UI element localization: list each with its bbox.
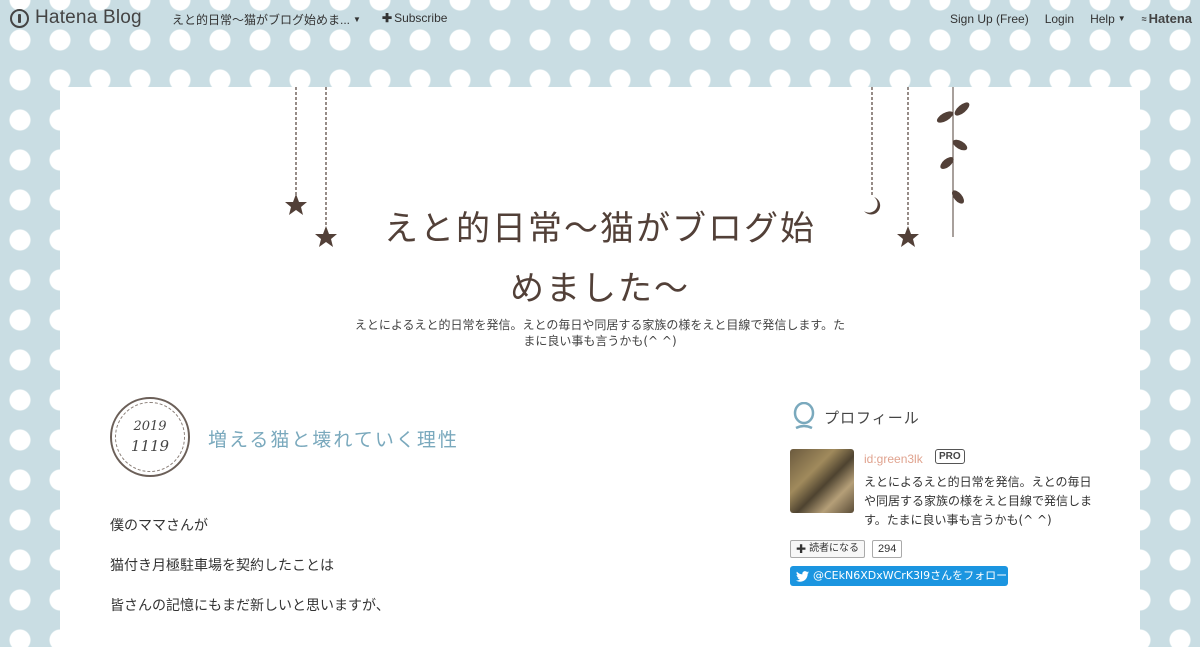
profile-user-id[interactable]: id:green3lk [864, 452, 923, 466]
hatena-blog-icon [10, 8, 29, 28]
moon-icon [864, 197, 881, 215]
entry-paragraph: 皆さんの記憶にもまだ新しいと思いますが、 [110, 598, 390, 614]
site-title[interactable]: えと的日常〜猫がブログ始 めました〜 [360, 199, 840, 319]
reader-button-label: 読者になる [809, 543, 860, 554]
logo-text: Hatena Blog [35, 7, 142, 28]
site-title-line1: えと的日常〜猫がブログ始 [384, 209, 816, 249]
star-icon [315, 226, 337, 247]
subscribe-reader-button[interactable]: ✚ 読者になる [790, 540, 866, 558]
reader-count: 294 [872, 540, 903, 558]
caret-down-icon: ▼ [1117, 13, 1126, 23]
site-title-line2: めました〜 [510, 269, 690, 309]
hatena-brand-label: Hatena [1148, 11, 1192, 26]
entry-body: 僕のママさんが 猫付き月極駐車場を契約したことは 皆さんの記憶にもまだ新しいと思… [110, 517, 390, 637]
blog-main-card: えと的日常〜猫がブログ始 めました〜 えとによるえと的日常を発信。えとの毎日や同… [60, 87, 1140, 647]
profile-icon [793, 402, 815, 430]
twitter-bird-icon [796, 570, 809, 582]
profile-label: プロフィール [824, 408, 920, 427]
help-label: Help [1090, 11, 1115, 26]
site-description: えとによるえと的日常を発信。えとの毎日や同居する家族の様をえと目線で発信します。… [354, 318, 846, 348]
star-icon [285, 194, 307, 215]
entry-date-month-day: 1119 [130, 437, 170, 455]
global-header: Hatena Blog えと的日常〜猫がブログ始めま... ▼ ✚ Subscrib… [0, 0, 1200, 36]
entry-title-link[interactable]: 増える猫と壊れていく理性 [208, 425, 459, 452]
subscribe-button[interactable]: ✚ Subscribe [382, 11, 447, 25]
entry-paragraph: 猫付き月極駐車場を契約したことは [110, 558, 334, 574]
hatena-brand-link[interactable]: ≈ Hatena [1142, 11, 1192, 26]
signup-link[interactable]: Sign Up (Free) [950, 12, 1029, 26]
pro-badge[interactable]: PRO [935, 449, 965, 464]
profile-description: えとによるえと的日常を発信。えとの毎日や同居する家族の様をえと目線で発信します。… [864, 475, 1093, 527]
hatena-icon: ≈ [1141, 13, 1147, 24]
blog-title-label: えと的日常〜猫がブログ始めま... [172, 13, 351, 27]
login-link[interactable]: Login [1045, 12, 1074, 26]
header-right-menu: Sign Up (Free) Login Help ▼ ≈ Hatena [934, 11, 1192, 26]
blog-title-dropdown[interactable]: えと的日常〜猫がブログ始めま... ▼ [172, 11, 361, 28]
plus-icon: ✚ [382, 11, 393, 25]
entry-paragraph: 僕のママさんが [110, 518, 208, 534]
profile-avatar[interactable] [790, 449, 854, 513]
plus-icon: ✚ [796, 542, 807, 556]
star-icon [897, 226, 919, 247]
hatena-blog-logo[interactable]: Hatena Blog [10, 7, 142, 29]
entry-date-badge[interactable]: 2019 1119 [110, 397, 190, 477]
entry-date-year: 2019 [133, 419, 167, 434]
profile-module-header: プロフィール [792, 402, 920, 432]
twitter-follow-label: @CEkN6XDxWCrK3l9さんをフォロー [813, 569, 1008, 582]
twitter-follow-button[interactable]: @CEkN6XDxWCrK3l9さんをフォロー [790, 566, 1008, 586]
subscribe-label: Subscribe [394, 11, 448, 25]
caret-down-icon: ▼ [353, 15, 361, 24]
help-dropdown[interactable]: Help ▼ [1090, 12, 1126, 26]
